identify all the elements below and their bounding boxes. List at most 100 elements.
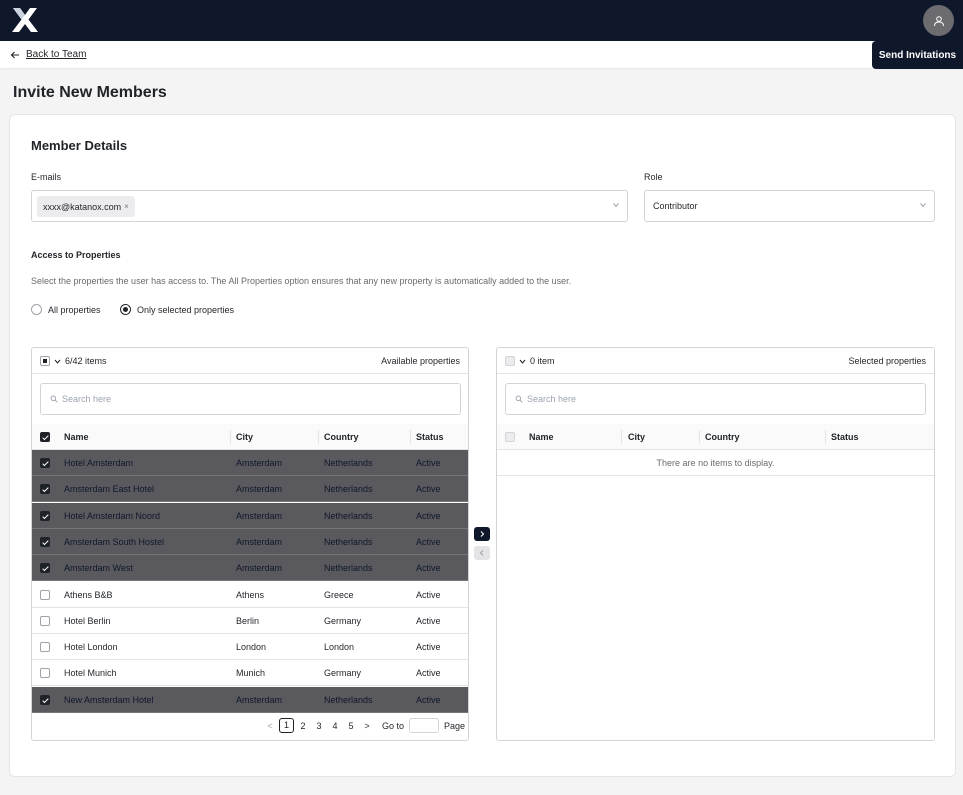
send-invitations-button[interactable]: Send Invitations <box>872 41 963 69</box>
cell-status: Active <box>416 615 441 626</box>
chevron-left-icon <box>479 550 484 556</box>
search-icon <box>515 395 523 403</box>
cell-status: Active <box>416 642 441 653</box>
cell-status: Active <box>416 668 441 679</box>
select-all-checkbox[interactable] <box>505 356 515 366</box>
page-label: Page <box>444 720 466 731</box>
cell-name: Hotel London <box>64 642 118 653</box>
row-checkbox[interactable] <box>40 589 50 600</box>
table-row[interactable]: Hotel London London London Active <box>32 634 468 661</box>
select-all-checkbox[interactable] <box>40 356 50 366</box>
radio-all-properties[interactable]: All properties <box>31 304 101 315</box>
radio-button-selected[interactable] <box>120 304 131 315</box>
column-name[interactable]: Name <box>64 432 89 442</box>
row-checkbox[interactable] <box>40 536 50 547</box>
column-status[interactable]: Status <box>416 432 444 442</box>
table-header: Name City Country Status <box>497 424 934 450</box>
chevron-down-icon[interactable] <box>519 358 526 365</box>
role-value: Contributor <box>653 201 698 211</box>
page-5[interactable]: 5 <box>343 721 359 731</box>
cell-status: Active <box>416 563 441 574</box>
select-all-control[interactable]: 0 item <box>505 356 555 366</box>
cell-city: Athens <box>236 589 265 600</box>
row-checkbox[interactable] <box>40 615 50 626</box>
column-country[interactable]: Country <box>324 432 359 442</box>
cell-name: Hotel Berlin <box>64 615 111 626</box>
logo-icon[interactable] <box>11 7 39 33</box>
row-checkbox[interactable] <box>40 668 50 679</box>
row-checkbox[interactable] <box>40 642 50 653</box>
table-row[interactable]: Amsterdam South Hostel Amsterdam Netherlan… <box>32 528 468 555</box>
search-input[interactable]: Search here <box>40 383 461 415</box>
panel-header: 6/42 items Available properties <box>32 348 468 374</box>
chevron-right-icon <box>480 531 485 537</box>
table-row[interactable]: Hotel Amsterdam Noord Amsterdam Netherland… <box>32 502 468 529</box>
chevron-down-icon[interactable] <box>612 201 620 209</box>
radio-label: Only selected properties <box>137 304 235 315</box>
cell-status: Active <box>416 536 441 547</box>
goto-page-input[interactable] <box>409 718 440 733</box>
access-title: Access to Properties <box>31 250 121 260</box>
cell-country: Netherlands <box>324 563 373 574</box>
move-right-button[interactable] <box>474 527 490 541</box>
cell-name: Hotel Amsterdam <box>64 458 134 468</box>
next-page-button[interactable]: > <box>359 721 375 731</box>
page-4[interactable]: 4 <box>327 721 343 731</box>
cell-city: Amsterdam <box>236 510 283 521</box>
back-to-team-link[interactable]: Back to Team <box>10 49 86 60</box>
header-checkbox[interactable] <box>40 432 50 442</box>
page-1[interactable]: 1 <box>279 718 294 733</box>
goto-label: Go to <box>382 720 405 731</box>
radio-only-selected[interactable]: Only selected properties <box>120 304 234 315</box>
row-checkbox[interactable] <box>40 510 50 521</box>
search-icon <box>50 395 58 403</box>
close-icon[interactable]: × <box>124 202 129 211</box>
page-title: Invite New Members <box>13 84 167 101</box>
row-checkbox[interactable] <box>40 563 50 574</box>
table-row[interactable]: Hotel Amsterdam Amsterdam Netherlands Activ… <box>32 450 468 476</box>
page-3[interactable]: 3 <box>311 721 327 731</box>
panel-title: Available properties <box>381 356 460 366</box>
cell-country: Germany <box>324 615 362 626</box>
cell-city: Amsterdam <box>236 694 283 705</box>
table-row[interactable]: New Amsterdam Hotel Amsterdam Netherlands A… <box>32 686 468 713</box>
table-row[interactable]: Amsterdam West Amsterdam Netherlands Active <box>32 555 468 582</box>
column-city[interactable]: City <box>628 432 645 442</box>
row-checkbox[interactable] <box>40 484 50 495</box>
row-checkbox[interactable] <box>40 694 50 705</box>
emails-label: E-mails <box>31 172 62 182</box>
role-label: Role <box>644 172 663 182</box>
radio-button[interactable] <box>31 304 42 315</box>
cell-name: Amsterdam South Hostel <box>64 536 165 547</box>
role-select[interactable]: Contributor <box>644 190 935 222</box>
column-city[interactable]: City <box>236 432 253 442</box>
table-row[interactable]: Hotel Berlin Berlin Germany Active <box>32 608 468 634</box>
search-placeholder: Search here <box>62 394 112 404</box>
column-name[interactable]: Name <box>529 432 554 442</box>
page-2[interactable]: 2 <box>295 721 311 731</box>
table-row[interactable]: Amsterdam East Hotel Amsterdam Netherlands… <box>32 476 468 503</box>
cell-country: Greece <box>324 589 354 600</box>
table-row[interactable]: Hotel Munich Munich Germany Active <box>32 660 468 687</box>
user-avatar[interactable] <box>923 5 954 36</box>
table-row[interactable]: Athens B&B Athens Greece Active <box>32 582 468 608</box>
chevron-down-icon[interactable] <box>54 358 61 365</box>
prev-page-button[interactable]: < <box>262 721 278 731</box>
move-left-button[interactable] <box>474 546 490 560</box>
section-title: Member Details <box>31 138 128 153</box>
cell-country: Netherlands <box>324 536 373 547</box>
column-country[interactable]: Country <box>705 432 740 442</box>
column-status[interactable]: Status <box>831 432 859 442</box>
search-input[interactable]: Search here <box>505 383 926 415</box>
email-tag-text: xxxx@katanox.com <box>43 201 122 212</box>
row-checkbox[interactable] <box>40 458 50 468</box>
header-checkbox[interactable] <box>505 432 515 442</box>
item-count: 0 item <box>530 356 555 366</box>
cell-name: Hotel Munich <box>64 668 117 679</box>
select-all-control[interactable]: 6/42 items <box>40 356 107 366</box>
cell-city: Amsterdam <box>236 563 283 574</box>
cell-status: Active <box>416 458 441 468</box>
emails-field[interactable]: xxxx@katanox.com × <box>31 190 628 222</box>
email-tag: xxxx@katanox.com × <box>37 196 135 217</box>
cell-country: Germany <box>324 668 362 679</box>
